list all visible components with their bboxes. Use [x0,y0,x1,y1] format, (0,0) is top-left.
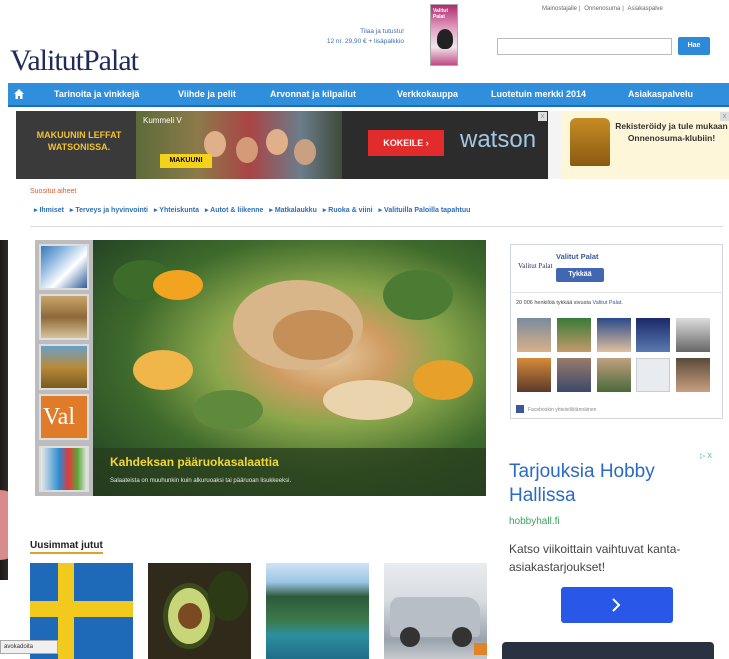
watson-ad-headline: MAKUUNIN LEFFAT WATSONISSA. [36,130,122,152]
watson-ad-text-panel[interactable]: MAKUUNIN LEFFAT WATSONISSA. [16,111,136,179]
latest-article-fjord[interactable] [266,563,369,659]
fan-avatar[interactable] [517,358,551,392]
main-nav: Tarinoita ja vinkkejä Viihde ja pelit Ar… [8,83,729,107]
nav-item-stories[interactable]: Tarinoita ja vinkkejä [54,83,139,105]
facebook-like-count: 20 006 henkilöä tykkää sivusta Valitut P… [516,300,623,306]
treasure-chest-icon [570,118,610,166]
nav-item-trusted-brand[interactable]: Luotetuin merkki 2014 [491,83,586,105]
topic-travel[interactable]: ▸ Matkalaukku [269,207,316,214]
top-link-advertisers[interactable]: Mainostajalle [542,6,577,12]
hobbyhall-ad-title[interactable]: Tarjouksia Hobby Hallissa [509,460,714,508]
promo-line-2[interactable]: 12 nr. 29,90 € + lisäpalkkio [300,37,404,47]
site-logo[interactable]: ValitutPalat [10,44,139,78]
topic-cars[interactable]: ▸ Autot & liikenne [205,207,263,214]
fan-avatar[interactable] [636,318,670,352]
nav-item-customer-service[interactable]: Asiakaspalvelu [628,83,693,105]
topic-people[interactable]: ▸ Ihmiset [34,207,64,214]
hobbyhall-ad-button[interactable] [561,587,673,623]
carousel-thumb-1[interactable] [39,244,89,290]
topic-health[interactable]: ▸ Terveys ja hyvinvointi [70,207,148,214]
hobbyhall-ad-text: Katso viikoittain vaihtuvat kanta-asiaka… [509,542,681,574]
kummeli-title: Kummeli V [143,116,182,125]
carousel-thumb-2[interactable] [39,294,89,340]
fan-avatar[interactable] [557,318,591,352]
kokeile-button[interactable]: KOKEILE › [368,130,444,156]
feature-subtitle: Salaateista on muuhunkin kuin alkuruoaks… [110,478,292,484]
topic-food[interactable]: ▸ Ruoka & viini [323,207,373,214]
top-links: Mainostajalle | Onnenosuma | Asiakaspalve [542,6,663,12]
topic-events[interactable]: ▸ Valituilla Paloilla tapahtuu [379,207,471,214]
nav-item-entertainment[interactable]: Viihde ja pelit [178,83,236,105]
facebook-page-name[interactable]: Valitut Palat [556,252,599,261]
magazine-cover-image[interactable]: Valitut Palat [430,4,458,66]
facebook-plugin-label: Facebookin yhteisöliitännäinen [528,407,597,413]
fan-avatar[interactable] [597,358,631,392]
magazine-panda-image [437,29,453,49]
carousel-thumbnails: Val [35,240,93,496]
facebook-page-link[interactable]: Valitut Palat. [592,300,622,306]
fan-avatar[interactable] [676,318,710,352]
carousel-thumb-5[interactable] [39,446,89,492]
hobbyhall-ad-url[interactable]: hobbyhall.fi [509,516,560,527]
ad-bottom-bar [502,642,714,659]
club-ad-close-icon[interactable]: x [720,112,729,121]
watson-logo[interactable]: watson [460,126,536,154]
carousel-thumb-3[interactable] [39,344,89,390]
divider [511,292,722,293]
nav-item-shop[interactable]: Verkkokauppa [397,83,458,105]
fan-avatar[interactable] [597,318,631,352]
latest-article-car[interactable] [384,563,487,659]
ad-close-icon[interactable]: x [538,112,547,121]
latest-articles-heading: Uusimmat jutut [30,540,103,554]
latest-article-avocado[interactable] [148,563,251,659]
feature-title[interactable]: Kahdeksan pääruokasalaattia [110,455,279,469]
top-link-customer-service[interactable]: Asiakaspalve [628,6,663,12]
club-ad-text: Rekisteröidy ja tule mukaan Onnenosuma-k… [615,121,728,143]
subscription-promo[interactable]: Tilaa ja tutustu! 12 nr. 29,90 € + lisäp… [300,27,404,47]
makuuni-logo: MAKUUNI [160,154,212,168]
search-button[interactable]: Hae [678,37,710,55]
carousel-thumb-4[interactable]: Val [39,394,89,440]
promo-line-1[interactable]: Tilaa ja tutustu! [300,27,404,37]
facebook-like-button[interactable]: Tykkää [556,268,604,282]
facebook-icon [516,405,524,413]
top-link-onnenosuma[interactable]: Onnenosuma [584,6,620,12]
facebook-page-logo[interactable]: Valitut Palat [518,262,552,270]
browser-status-bar: avokadoita [0,640,58,654]
search-input[interactable] [497,38,672,55]
default-avatar-icon[interactable] [636,358,670,392]
nav-item-contests[interactable]: Arvonnat ja kilpailut [270,83,356,105]
fan-avatar[interactable] [676,358,710,392]
topics-list: ▸ Ihmiset ▸ Terveys ja hyvinvointi ▸ Yht… [34,206,724,214]
fan-avatar[interactable] [557,358,591,392]
home-icon[interactable] [8,83,30,105]
topics-label: Suositut aiheet [30,188,77,195]
facebook-like-label: Tykkää [568,271,592,278]
magazine-title: Valitut Palat [433,8,449,20]
facebook-like-count-text: 20 006 henkilöä tykkää sivusta [516,300,591,306]
chevron-right-icon [612,598,621,612]
fan-avatar[interactable] [517,318,551,352]
topic-society[interactable]: ▸ Yhteiskunta [154,207,199,214]
divider [30,226,723,227]
